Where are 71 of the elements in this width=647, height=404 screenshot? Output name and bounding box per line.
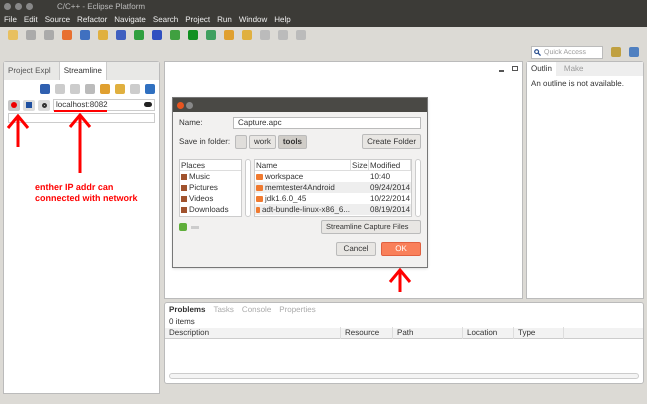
capture-options-button[interactable] — [23, 100, 35, 110]
search-icon — [534, 48, 541, 56]
column-header[interactable]: Modified — [369, 160, 412, 170]
menu-item[interactable]: Project — [185, 14, 210, 26]
column-header[interactable]: Name — [255, 160, 352, 170]
place-item[interactable]: Music — [180, 171, 242, 182]
file-name: memtester4Android — [255, 182, 352, 194]
minimize-icon[interactable] — [186, 102, 193, 108]
place-item[interactable]: Downloads — [180, 204, 242, 215]
menu-item[interactable]: File — [4, 14, 17, 26]
panel-tab[interactable]: Project Expl — [4, 62, 55, 80]
panel-tab[interactable]: Streamline — [58, 62, 107, 80]
annotation-arrow — [388, 268, 412, 292]
file-row[interactable]: adt-bundle-linux-x86_6... 08/19/2014 — [255, 204, 412, 215]
column-header[interactable]: Path — [393, 327, 463, 339]
annotation-arrow — [68, 113, 92, 173]
file-modified: 10:40 — [369, 170, 392, 182]
place-item[interactable]: Videos — [180, 193, 242, 204]
folder-label: Save in folder: — [179, 136, 232, 148]
annotation-text: enther IP addr can connected with network — [35, 182, 139, 204]
file-name: jdk1.6.0_45 — [255, 192, 352, 204]
menu-item[interactable]: Navigate — [114, 14, 146, 26]
panel-tab[interactable]: Outlin — [527, 62, 556, 76]
path-button[interactable]: tools — [278, 134, 307, 148]
annotation-arrow — [6, 114, 30, 147]
column-header[interactable]: Description — [165, 327, 341, 339]
column-header[interactable]: Size — [351, 160, 370, 170]
minimize-icon[interactable] — [15, 3, 22, 10]
places-header[interactable]: Places — [180, 160, 242, 171]
place-item[interactable]: Pictures — [180, 182, 242, 193]
address-field[interactable]: localhost:8082 — [53, 99, 155, 111]
file-modified: 09/24/2014 — [369, 182, 412, 194]
file-row[interactable]: jdk1.6.0_45 10/22/2014 — [255, 193, 412, 204]
close-icon[interactable] — [177, 102, 184, 108]
panel-tab[interactable]: Problems — [169, 304, 206, 316]
menu-item[interactable]: Help — [274, 14, 291, 26]
name-label: Name: — [179, 117, 204, 129]
menu-item[interactable]: Edit — [24, 14, 38, 26]
column-header[interactable]: Location — [463, 327, 514, 339]
file-row[interactable]: memtester4Android 09/24/2014 — [255, 182, 412, 193]
annotation-underline — [54, 110, 107, 112]
file-row[interactable]: workspace 10:40 — [255, 171, 412, 182]
close-icon[interactable] — [4, 3, 11, 10]
window-title: C/C++ - Eclipse Platform — [57, 0, 146, 12]
maximize-icon[interactable] — [512, 66, 518, 71]
path-button[interactable]: work — [249, 134, 276, 148]
menu-item[interactable]: Run — [217, 14, 232, 26]
create-folder-button[interactable]: Create Folder — [362, 134, 421, 149]
menu-item[interactable]: Search — [152, 14, 178, 26]
menu-item[interactable]: Window — [238, 14, 268, 26]
item-count: 0 items — [168, 316, 196, 328]
remove-icon[interactable] — [191, 226, 199, 228]
file-modified: 08/19/2014 — [369, 204, 412, 216]
menu-item[interactable]: Source — [44, 14, 70, 26]
outline-message: An outline is not available. — [530, 78, 625, 90]
column-header[interactable]: Resource — [341, 327, 393, 339]
column-header[interactable]: Type — [514, 327, 564, 339]
name-field[interactable]: Capture.apc — [233, 117, 421, 129]
record-button[interactable] — [8, 100, 20, 110]
maximize-icon[interactable] — [26, 3, 33, 10]
file-name: workspace — [255, 170, 352, 182]
places-scrollbar[interactable] — [245, 159, 252, 217]
drive-button[interactable] — [235, 134, 247, 148]
cancel-button[interactable]: Cancel — [336, 242, 376, 256]
file-modified: 10/22/2014 — [369, 192, 412, 204]
settings-button[interactable] — [38, 100, 50, 110]
menu-item[interactable]: Refactor — [77, 14, 108, 26]
horizontal-scrollbar[interactable] — [169, 373, 639, 379]
filter-field[interactable] — [8, 113, 155, 123]
file-name: adt-bundle-linux-x86_6... — [255, 204, 352, 216]
file-scrollbar[interactable] — [415, 159, 421, 217]
